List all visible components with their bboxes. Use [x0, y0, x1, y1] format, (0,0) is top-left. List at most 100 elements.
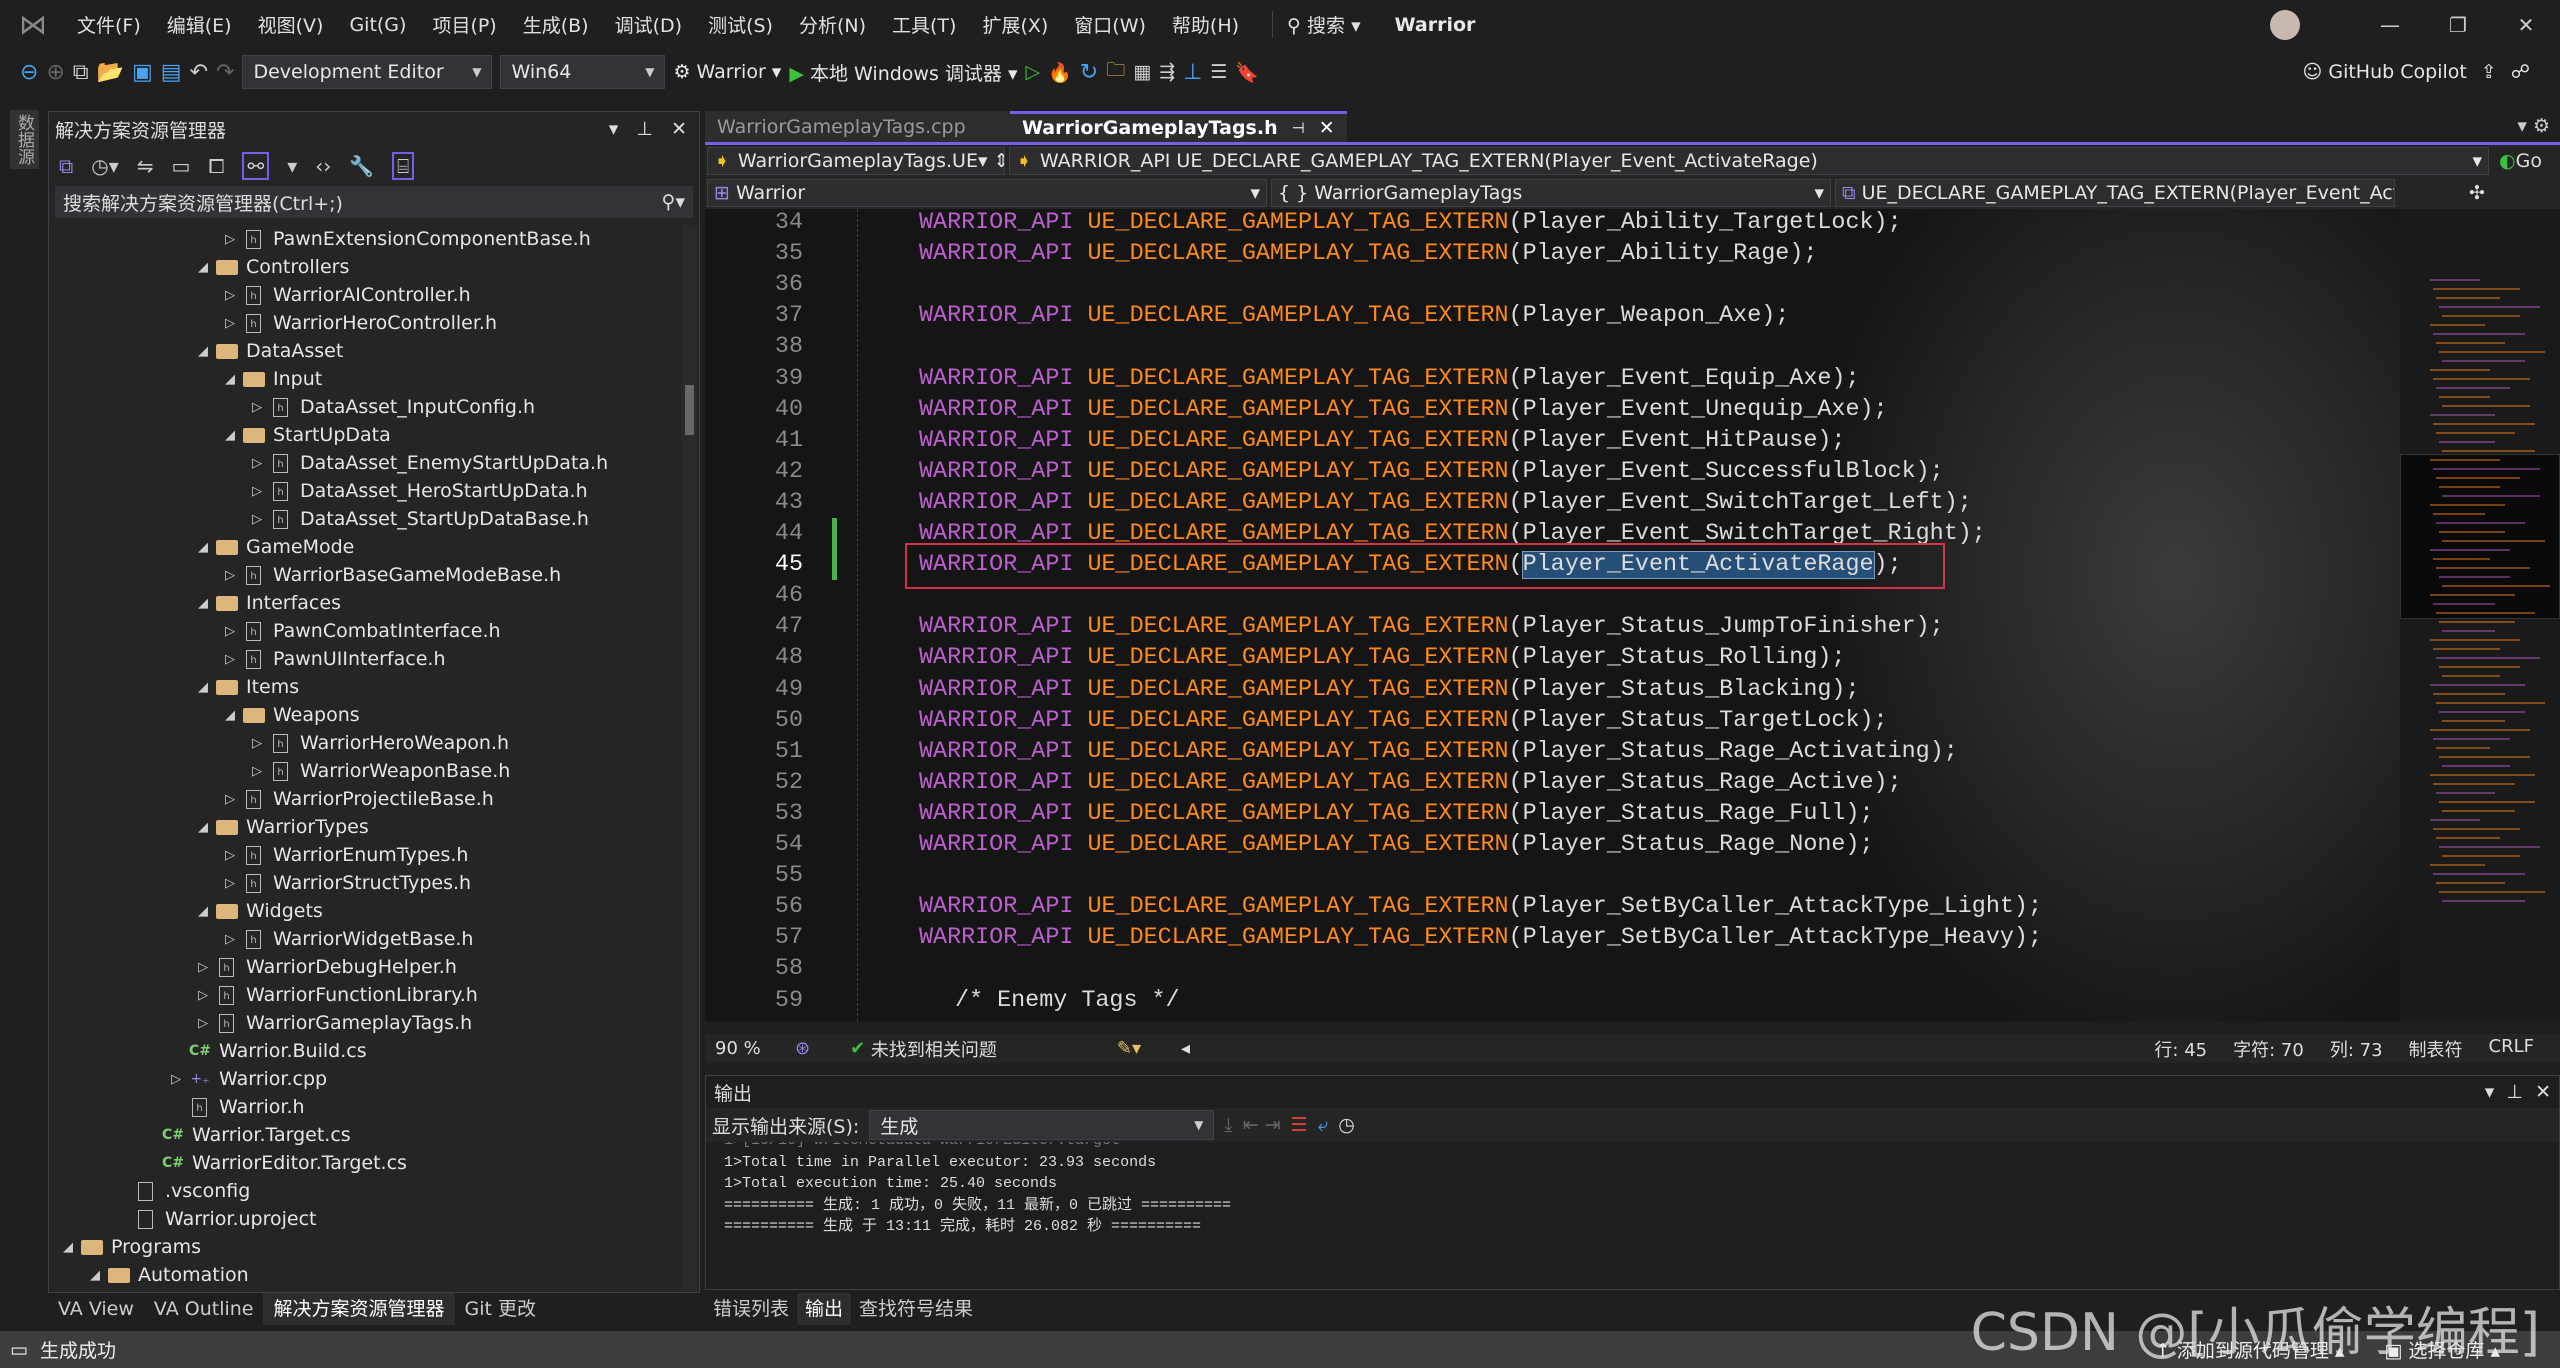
layout-icon[interactable]: ▦ [1133, 61, 1151, 83]
new-project-icon[interactable]: ⧉ [73, 60, 89, 85]
dropdown-icon[interactable]: ▾ [2485, 1081, 2495, 1103]
tree-item[interactable]: ▷ h WarriorStructTypes.h [217, 869, 471, 897]
undo-icon[interactable]: ↶ [190, 60, 208, 85]
collapse-all-icon[interactable]: ▭ [172, 154, 191, 178]
tree-item[interactable]: ◢ Items [190, 673, 299, 701]
menu-extensions[interactable]: 扩展(X) [969, 11, 1061, 38]
tree-item[interactable]: C# WarriorEditor.Target.cs [136, 1149, 407, 1177]
code-line[interactable]: 42 WARRIOR_API UE_DECLARE_GAMEPLAY_TAG_EX… [705, 456, 2400, 488]
line-indicator[interactable]: 行: 45 [2154, 1036, 2207, 1062]
tree-item[interactable]: ▷ h WarriorWidgetBase.h [217, 925, 473, 953]
avatar[interactable] [2270, 9, 2300, 40]
menu-debug[interactable]: 调试(D) [602, 11, 695, 38]
pin-icon[interactable]: ⊥ [636, 118, 653, 140]
tree-item[interactable]: ▷ h PawnExtensionComponentBase.h [217, 225, 591, 253]
tree-item[interactable]: ▷ h WarriorWeaponBase.h [244, 757, 510, 785]
collapsed-arrow-icon[interactable]: ▷ [190, 960, 216, 975]
split-icon[interactable]: ✣ [2469, 182, 2485, 204]
code-line[interactable]: 58 [705, 953, 2400, 985]
scope-project-dropdown[interactable]: ⊞ Warrior ▾ [707, 179, 1267, 207]
pin-icon[interactable]: ⊣ [1292, 119, 1305, 137]
code-view-icon[interactable]: ‹› [315, 154, 331, 178]
go-button[interactable]: ◐Go [2499, 150, 2542, 172]
code-line[interactable]: 47 WARRIOR_API UE_DECLARE_GAMEPLAY_TAG_EX… [705, 611, 2400, 643]
menu-tools[interactable]: 工具(T) [879, 11, 969, 38]
tree-scrollbar[interactable] [681, 225, 697, 1292]
output-window-icon[interactable]: ▭ [10, 1339, 40, 1361]
close-icon[interactable]: ✕ [2535, 1081, 2551, 1103]
preview-icon[interactable]: ⌸ [392, 152, 415, 180]
save-all-icon[interactable]: ▤ [161, 60, 182, 85]
tree-item[interactable]: ◢ Widgets [190, 897, 323, 925]
start-debugger-button[interactable]: ▶ 本地 Windows 调试器 ▾ [789, 59, 1017, 86]
pending-changes-icon[interactable]: ◷▾ [91, 154, 119, 178]
open-folder-icon[interactable]: 📂 [97, 60, 124, 85]
tab-warriorgameplaytags-h[interactable]: WarriorGameplayTags.h ⊣ ✕ [1010, 111, 1347, 142]
scroll-left-icon[interactable]: ◂ [1181, 1038, 1190, 1059]
tree-item[interactable]: ▷ h DataAsset_StartUpDataBase.h [244, 505, 589, 533]
tree-item[interactable]: ▷ +₊ Warrior.cpp [163, 1065, 327, 1093]
code-line[interactable]: 52 WARRIOR_API UE_DECLARE_GAMEPLAY_TAG_EX… [705, 767, 2400, 799]
collapsed-arrow-icon[interactable]: ▷ [217, 876, 243, 891]
code-line[interactable]: 35 WARRIOR_API UE_DECLARE_GAMEPLAY_TAG_EX… [705, 238, 2400, 270]
tree-item[interactable]: C# Warrior.Build.cs [163, 1037, 367, 1065]
issues-status[interactable]: 未找到相关问题 [871, 1036, 997, 1062]
maximize-button[interactable]: ❐ [2424, 13, 2492, 37]
comment-icon[interactable]: ☰ [1210, 61, 1227, 83]
tab-find-symbol-results[interactable]: 查找符号结果 [851, 1293, 981, 1325]
project-dropdown[interactable]: ➧ WarriorGameplayTags.UE▾ ⇕ [707, 147, 1005, 175]
tree-item[interactable]: ▷ h DataAsset_HeroStartUpData.h [244, 477, 588, 505]
code-area[interactable]: 34 WARRIOR_API UE_DECLARE_GAMEPLAY_TAG_EX… [705, 209, 2400, 1021]
refresh-icon[interactable]: ↻ [1080, 60, 1098, 85]
hot-reload-icon[interactable]: 🔥 [1048, 61, 1072, 84]
expanded-arrow-icon[interactable]: ◢ [190, 596, 216, 611]
collapsed-arrow-icon[interactable]: ▷ [190, 1016, 216, 1031]
menu-analyze[interactable]: 分析(N) [786, 11, 879, 38]
code-line[interactable]: 51 WARRIOR_API UE_DECLARE_GAMEPLAY_TAG_EX… [705, 736, 2400, 768]
collapsed-arrow-icon[interactable]: ▷ [217, 568, 243, 583]
tab-options-icon[interactable]: ▾ ⚙ [2517, 115, 2550, 137]
tree-item[interactable]: ◢ StartUpData [217, 421, 391, 449]
code-line[interactable]: 49 WARRIOR_API UE_DECLARE_GAMEPLAY_TAG_EX… [705, 674, 2400, 706]
tree-item[interactable]: ▷ h WarriorHeroController.h [217, 309, 497, 337]
solution-search-input[interactable]: 搜索解决方案资源管理器(Ctrl+;) ⚲▾ [55, 186, 693, 218]
code-line[interactable]: 57 WARRIOR_API UE_DECLARE_GAMEPLAY_TAG_EX… [705, 922, 2400, 954]
filter-icon[interactable]: ⚯ [242, 152, 270, 180]
tab-solution-explorer[interactable]: 解决方案资源管理器 [263, 1293, 455, 1325]
menu-build[interactable]: 生成(B) [510, 11, 602, 38]
tree-item[interactable]: ◢ Interfaces [190, 589, 341, 617]
scope-namespace-dropdown[interactable]: { } WarriorGameplayTags ▾ [1271, 179, 1831, 207]
goto-message-icon[interactable]: ⤓ [1224, 1114, 1232, 1136]
copilot-status-icon[interactable]: ⊛ [795, 1038, 810, 1059]
tree-item[interactable]: ◢ Weapons [217, 701, 360, 729]
indent-indicator[interactable]: 制表符 [2409, 1036, 2463, 1062]
collapsed-arrow-icon[interactable]: ▷ [217, 932, 243, 947]
tree-item[interactable]: ◢ Programs [55, 1233, 201, 1261]
tab-error-list[interactable]: 错误列表 [705, 1293, 797, 1325]
tree-item[interactable]: ◢ Input [217, 365, 322, 393]
collapsed-arrow-icon[interactable]: ▷ [244, 484, 270, 499]
forward-icon[interactable]: ⊕ [46, 60, 64, 85]
menu-help[interactable]: 帮助(H) [1159, 11, 1252, 38]
tree-item[interactable]: ▷ h WarriorGameplayTags.h [190, 1009, 472, 1037]
tree-item[interactable]: ▷ h WarriorAIController.h [217, 281, 471, 309]
folder-icon[interactable]: 🗀 [1106, 56, 1125, 88]
tree-item[interactable]: .vsconfig [109, 1177, 250, 1205]
clear-all-icon[interactable]: ☰ [1291, 1114, 1308, 1136]
tree-item[interactable]: ◢ DataAsset [190, 337, 343, 365]
expanded-arrow-icon[interactable]: ◢ [55, 1240, 81, 1255]
collapsed-arrow-icon[interactable]: ▷ [190, 988, 216, 1003]
tree-item[interactable]: ◢ WarriorTypes [190, 813, 369, 841]
tree-item[interactable]: ▷ h WarriorDebugHelper.h [190, 953, 457, 981]
menu-file[interactable]: 文件(F) [64, 11, 154, 38]
tree-item[interactable]: ▷ h DataAsset_EnemyStartUpData.h [244, 449, 608, 477]
sync-icon[interactable]: ⇋ [137, 154, 154, 178]
menu-edit[interactable]: 编辑(E) [154, 11, 245, 38]
collapsed-arrow-icon[interactable]: ▷ [217, 288, 243, 303]
search-button[interactable]: ⚲ 搜索 ▾ [1272, 11, 1361, 38]
tree-item[interactable]: ◢ GameMode [190, 533, 354, 561]
tab-va-outline[interactable]: VA Outline [144, 1293, 264, 1325]
expanded-arrow-icon[interactable]: ◢ [190, 260, 216, 275]
configuration-select[interactable]: Development Editor ▼ [242, 55, 493, 89]
code-line[interactable]: 43 WARRIOR_API UE_DECLARE_GAMEPLAY_TAG_EX… [705, 487, 2400, 519]
